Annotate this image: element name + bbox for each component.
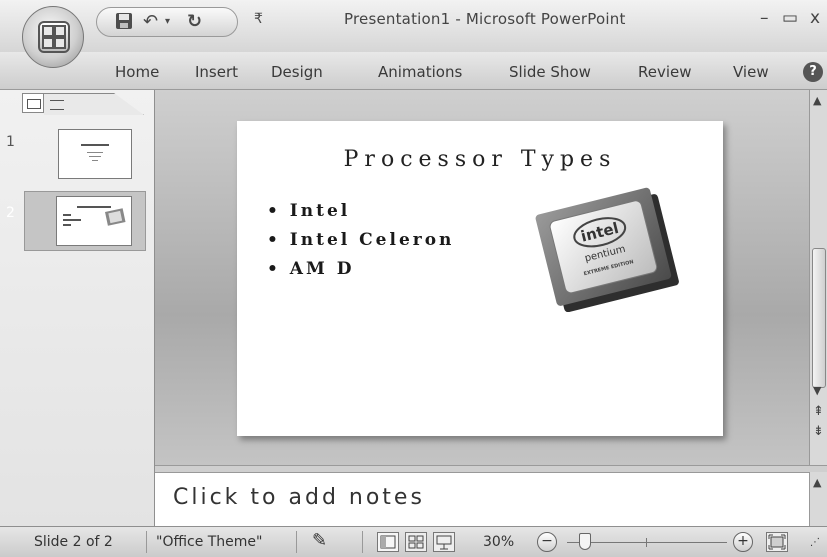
thumbnail-number: 1 <box>6 134 15 150</box>
notes-scrollbar[interactable]: ▲ <box>809 472 827 526</box>
minimize-button[interactable]: – <box>760 8 769 28</box>
fit-to-window-button[interactable] <box>766 532 788 552</box>
outline-tab[interactable] <box>44 93 144 115</box>
slides-panel: 1 2 <box>0 90 155 526</box>
slide-title[interactable]: Processor Types <box>237 147 723 172</box>
bullet-item[interactable]: • AM D <box>267 259 354 279</box>
bullet-item[interactable]: • Intel <box>267 201 350 221</box>
zoom-center-tick <box>646 538 647 547</box>
status-divider <box>362 531 363 553</box>
maximize-button[interactable]: ▭ <box>782 8 798 28</box>
slide-show-button[interactable] <box>433 532 455 552</box>
zoom-in-button[interactable]: + <box>733 532 753 552</box>
notes-placeholder[interactable]: Click to add notes <box>173 485 425 510</box>
tab-animations[interactable]: Animations <box>378 63 462 81</box>
tab-home[interactable]: Home <box>115 63 159 81</box>
status-divider <box>146 531 147 553</box>
status-divider <box>296 531 297 553</box>
normal-view-button[interactable] <box>377 532 399 552</box>
zoom-slider-thumb[interactable] <box>578 533 591 550</box>
slide-thumbnail-2[interactable] <box>56 196 132 246</box>
office-logo-icon <box>38 21 70 53</box>
scroll-down-icon[interactable]: ▼ <box>813 384 821 397</box>
slides-tab[interactable] <box>22 93 44 113</box>
slide-position: Slide 2 of 2 <box>34 534 113 550</box>
undo-icon[interactable]: ↶ <box>143 12 158 32</box>
zoom-level[interactable]: 30% <box>483 534 514 550</box>
scrollbar-thumb[interactable] <box>812 248 826 388</box>
thumbnail-number: 2 <box>6 205 15 221</box>
tab-insert[interactable]: Insert <box>195 63 238 81</box>
help-icon[interactable]: ? <box>803 62 823 82</box>
next-slide-icon[interactable]: ⇟ <box>813 424 824 439</box>
scroll-up-icon[interactable]: ▲ <box>813 476 821 489</box>
tab-slide-show[interactable]: Slide Show <box>509 63 591 81</box>
slide-thumbnail-1[interactable] <box>58 129 132 179</box>
notes-pane[interactable]: Click to add notes <box>155 472 809 526</box>
ribbon-tabs: Home Insert Design Animations Slide Show… <box>0 52 827 90</box>
slide-sorter-button[interactable] <box>405 532 427 552</box>
window-title: Presentation1 - Microsoft PowerPoint <box>344 10 626 28</box>
save-icon[interactable] <box>115 12 133 35</box>
tab-review[interactable]: Review <box>638 63 692 81</box>
slide-canvas[interactable]: Processor Types • Intel • Intel Celeron … <box>237 121 723 436</box>
customize-qat-icon[interactable]: ₹ <box>254 9 263 29</box>
zoom-slider[interactable] <box>567 538 727 547</box>
panel-tabs <box>22 93 146 115</box>
spell-check-icon[interactable]: ✎ <box>312 530 327 551</box>
scroll-up-icon[interactable]: ▲ <box>813 94 821 107</box>
close-button[interactable]: x <box>810 8 820 28</box>
office-button[interactable] <box>22 6 84 68</box>
processor-chip-image[interactable]: intel pentium EXTREME EDITION <box>517 187 697 313</box>
title-bar: ↶ ▾ ↻ ₹ Presentation1 - Microsoft PowerP… <box>0 0 827 52</box>
tab-view[interactable]: View <box>733 63 769 81</box>
theme-name: "Office Theme" <box>156 534 263 550</box>
bullet-item[interactable]: • Intel Celeron <box>267 230 454 250</box>
tab-design[interactable]: Design <box>271 63 323 81</box>
notes-splitter[interactable] <box>155 465 827 472</box>
chevron-down-icon[interactable]: ▾ <box>165 12 170 32</box>
resize-grip-icon[interactable]: ⋰ <box>810 537 820 548</box>
previous-slide-icon[interactable]: ⇞ <box>813 404 824 419</box>
zoom-out-button[interactable]: − <box>537 532 557 552</box>
redo-icon[interactable]: ↻ <box>187 12 202 32</box>
status-bar: Slide 2 of 2 "Office Theme" ✎ 30% − + ⋰ <box>0 526 827 557</box>
vertical-scrollbar[interactable]: ▲ ▼ ⇞ ⇟ <box>809 90 827 465</box>
quick-access-toolbar: ↶ ▾ ↻ <box>96 7 238 37</box>
